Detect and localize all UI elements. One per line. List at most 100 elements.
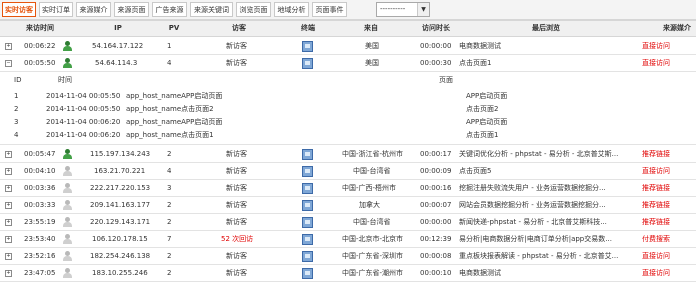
detail-header-time: 时间 [58, 76, 72, 84]
tab-realtime-visitors[interactable]: 实时访客 [2, 2, 36, 17]
tab-page-events[interactable]: 页面事件 [312, 2, 347, 17]
expand-icon[interactable]: + [5, 253, 12, 260]
source-link[interactable]: 直接访问 [642, 248, 670, 264]
filter-select-value: ---------- [380, 5, 406, 13]
visit-duration: 00:00:09 [420, 167, 452, 175]
tab-realtime-orders[interactable]: 实时订单 [39, 2, 73, 17]
last-browsed-link[interactable]: 电商数据测试 [459, 38, 635, 54]
last-browsed-link[interactable]: 新闻快递-phpstat - 易分析 - 北京普艾斯科技... [459, 214, 635, 230]
user-icon [63, 149, 72, 159]
user-icon [63, 58, 72, 68]
col-pv[interactable]: PV [158, 21, 190, 36]
table-row[interactable]: + 00:06:22 54.164.17.122 1 新访客 美国 00:00:… [0, 38, 696, 55]
source-link[interactable]: 推荐链接 [642, 197, 670, 213]
source-link[interactable]: 直接访问 [642, 163, 670, 179]
source-link[interactable]: 推荐链接 [642, 146, 670, 162]
collapse-icon[interactable]: − [5, 60, 12, 67]
table-row[interactable]: + 23:55:19 220.129.143.171 2 新访客 中国-台湾省 … [0, 214, 696, 231]
page-views: 4 [167, 167, 172, 175]
expand-icon[interactable]: + [5, 270, 12, 277]
last-browsed-link[interactable]: 重点板块报表解读 - phpstat - 易分析 - 北京普艾... [459, 248, 635, 264]
table-row[interactable]: + 00:03:33 209.141.163.177 2 新访客 加拿大 00:… [0, 197, 696, 214]
tab-ad-source[interactable]: 广告来源 [152, 2, 187, 17]
last-browsed-link[interactable]: 挖掘注册失败流失用户 - 业务运营数据挖掘分... [459, 180, 635, 196]
source-link[interactable]: 付费搜索 [642, 231, 670, 247]
table-row[interactable]: + 23:47:05 183.10.255.246 2 新访客 中国-广东省-潮… [0, 265, 696, 282]
expand-icon[interactable]: + [5, 185, 12, 192]
page-views: 7 [167, 235, 172, 243]
last-browsed-link[interactable]: 易分析|电商数据分析|电商订单分析|app交易数... [459, 231, 635, 247]
visitor-type: 新访客 [226, 150, 247, 158]
tab-bar: 实时访客 实时订单 来源媒介 来源页面 广告来源 来源关键词 浏览页面 地域分析… [0, 0, 696, 20]
tab-source-pages[interactable]: 来源页面 [114, 2, 149, 17]
expand-icon[interactable]: + [5, 168, 12, 175]
ip-address: 182.254.246.138 [90, 252, 151, 260]
page-views: 1 [167, 42, 172, 50]
table-row[interactable]: + 23:52:16 182.254.246.138 2 新访客 中国-广东省-… [0, 248, 696, 265]
expand-icon[interactable]: + [5, 219, 12, 226]
visit-time: 23:55:19 [24, 218, 56, 226]
table-row[interactable]: + 00:05:47 115.197.134.243 2 新访客 中国-浙江省-… [0, 146, 696, 163]
filter-select[interactable]: ---------- ▼ [376, 2, 430, 17]
user-icon [63, 166, 72, 176]
col-last-browsed[interactable]: 最后浏览 [456, 21, 636, 36]
tab-source-keywords[interactable]: 来源关键词 [190, 2, 233, 17]
visitor-type: 52 次回访 [221, 235, 254, 243]
col-terminal[interactable]: 终端 [290, 21, 326, 36]
visit-duration: 00:00:00 [420, 218, 452, 226]
detail-page: 点击页面2 [466, 105, 499, 113]
visit-detail-panel: ID 时间 页面 1 2014-11-04 00:05:50 app_host_… [0, 72, 696, 145]
col-ip[interactable]: IP [78, 21, 158, 36]
visitor-location: 中国-台湾省 [353, 167, 391, 175]
source-link[interactable]: 推荐链接 [642, 180, 670, 196]
user-icon [63, 200, 72, 210]
expand-icon[interactable]: + [5, 236, 12, 243]
visit-duration: 00:00:30 [420, 59, 452, 67]
user-icon [63, 41, 72, 51]
page-views: 4 [167, 59, 172, 67]
visit-time: 00:03:33 [24, 201, 56, 209]
detail-time: 2014-11-04 00:05:50 [46, 92, 121, 100]
source-link[interactable]: 直接访问 [642, 265, 670, 281]
table-row[interactable]: + 23:53:40 106.120.178.15 7 52 次回访 中国-北京… [0, 231, 696, 248]
last-browsed-link[interactable]: 点击页面1 [459, 55, 635, 71]
table-row[interactable]: + 00:03:36 222.217.220.153 3 新访客 中国-广西-梧… [0, 180, 696, 197]
user-icon [63, 251, 72, 261]
col-from[interactable]: 来自 [326, 21, 416, 36]
table-row[interactable]: + 00:04:10 163.21.70.221 4 新访客 中国-台湾省 00… [0, 163, 696, 180]
visit-time: 00:06:22 [24, 42, 56, 50]
expand-icon[interactable]: + [5, 151, 12, 158]
detail-page: APP启动页面 [466, 118, 508, 126]
visit-time: 00:03:36 [24, 184, 56, 192]
visitor-location: 中国-广西-梧州市 [342, 184, 397, 192]
expand-icon[interactable]: + [5, 43, 12, 50]
page-views: 2 [167, 218, 172, 226]
source-link[interactable]: 直接访问 [642, 55, 670, 71]
computer-icon [302, 183, 313, 194]
visitor-type: 新访客 [226, 59, 247, 67]
tab-geo-analysis[interactable]: 地域分析 [274, 2, 309, 17]
ip-address: 115.197.134.243 [90, 150, 151, 158]
ip-address: 54.64.114.3 [95, 59, 138, 67]
col-visit-time[interactable]: 来访时间 [12, 21, 68, 36]
last-browsed-link[interactable]: 点击页面5 [459, 163, 635, 179]
col-source-media[interactable]: 来源媒介 [636, 21, 696, 36]
ip-address: 183.10.255.246 [92, 269, 148, 277]
detail-id: 1 [14, 92, 19, 100]
detail-event: app_host_name点击页面2 [126, 105, 214, 113]
source-link[interactable]: 推荐链接 [642, 214, 670, 230]
visitor-type: 新访客 [226, 252, 247, 260]
tab-source-media[interactable]: 来源媒介 [76, 2, 111, 17]
last-browsed-link[interactable]: 网站会员数据挖掘分析 - 业务运营数据挖掘分... [459, 197, 635, 213]
visit-duration: 00:00:07 [420, 201, 452, 209]
last-browsed-link[interactable]: 电商数据测试 [459, 265, 635, 281]
col-duration[interactable]: 访问时长 [416, 21, 456, 36]
visit-time: 23:53:40 [24, 235, 56, 243]
tab-browsed-pages[interactable]: 浏览页面 [236, 2, 271, 17]
expand-icon[interactable]: + [5, 202, 12, 209]
col-visitor[interactable]: 访客 [190, 21, 288, 36]
visitor-location: 中国-浙江省-杭州市 [342, 150, 404, 158]
last-browsed-link[interactable]: 关键词优化分析 - phpstat - 易分析 - 北京普艾斯... [459, 146, 635, 162]
source-link[interactable]: 直接访问 [642, 38, 670, 54]
table-row[interactable]: − 00:05:50 54.64.114.3 4 新访客 美国 00:00:30… [0, 55, 696, 72]
